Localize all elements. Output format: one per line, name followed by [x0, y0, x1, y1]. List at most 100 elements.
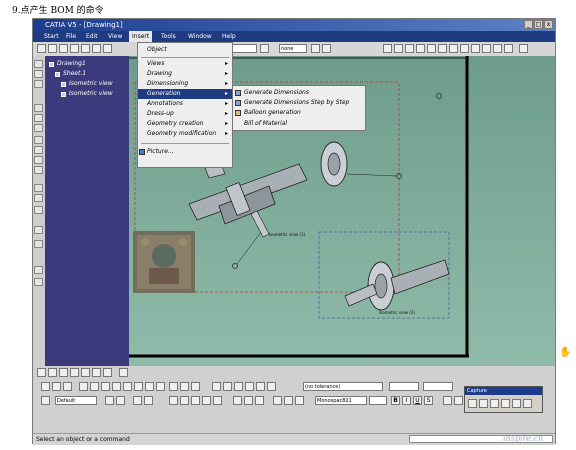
toolbar-icon-r1f[interactable] — [92, 368, 101, 377]
toolbar-icon-r1c[interactable] — [59, 368, 68, 377]
menu-item-bill-of-material[interactable]: Bill of Material — [233, 119, 365, 129]
fit-all-icon[interactable] — [394, 44, 403, 53]
dim-break-icon[interactable] — [245, 382, 254, 391]
menu-item-dress-up[interactable]: Dress-up ▸ — [138, 109, 232, 119]
balloon-4[interactable] — [436, 93, 442, 99]
break-icon[interactable] — [244, 396, 253, 405]
zoom-icon[interactable] — [34, 146, 43, 154]
geometry-icon[interactable] — [34, 240, 43, 248]
swap-icon[interactable] — [504, 44, 513, 53]
capture-album-icon[interactable] — [501, 399, 510, 408]
paste-icon[interactable] — [103, 44, 112, 53]
tree-node-view-2[interactable]: Isometric view — [69, 90, 113, 97]
menu-item-drawing[interactable]: Drawing ▸ — [138, 69, 232, 79]
text-icon[interactable] — [34, 114, 43, 122]
frame-title-icon[interactable] — [79, 382, 88, 391]
shaft-part-2[interactable] — [344, 259, 450, 311]
pan-left-icon[interactable] — [34, 156, 43, 164]
print-icon[interactable] — [70, 44, 79, 53]
tree-node-sheet[interactable]: Sheet.1 — [63, 70, 86, 77]
toolbar-icon-r1a[interactable] — [37, 368, 46, 377]
fly-icon[interactable] — [383, 44, 392, 53]
pan-icon[interactable] — [405, 44, 414, 53]
text-tool-icon[interactable] — [273, 396, 282, 405]
angle-icon[interactable] — [191, 382, 200, 391]
zoom-out-icon[interactable] — [438, 44, 447, 53]
text-leader-icon[interactable] — [284, 396, 293, 405]
arrow-icon[interactable] — [34, 136, 43, 144]
tree-node-drawing[interactable]: Drawing1 — [57, 60, 86, 67]
symmetry-icon[interactable] — [255, 396, 264, 405]
analysis-icon[interactable] — [133, 396, 142, 405]
normal-view-icon[interactable] — [449, 44, 458, 53]
menu-file[interactable]: File — [63, 31, 79, 42]
style-select[interactable]: Default — [55, 396, 97, 405]
toolbar-icon-r1d[interactable] — [70, 368, 79, 377]
menu-item-generate-dimensions-step[interactable]: Generate Dimensions Step by Step — [233, 98, 365, 108]
tolerance-select[interactable]: (no tolerance) — [303, 382, 383, 391]
picture-image[interactable] — [133, 231, 195, 293]
line-icon[interactable] — [169, 396, 178, 405]
capture-window-icon[interactable] — [490, 399, 499, 408]
table-icon[interactable] — [34, 206, 43, 214]
new-icon[interactable] — [37, 44, 46, 53]
balloon-2[interactable] — [232, 263, 238, 269]
datum-icon[interactable] — [112, 382, 121, 391]
section-icon[interactable] — [34, 184, 43, 192]
detail-icon[interactable] — [34, 194, 43, 202]
hatch-icon[interactable] — [41, 382, 50, 391]
tree-node-view-1[interactable]: Isometric view — [69, 80, 113, 87]
maximize-button[interactable]: □ — [534, 20, 543, 29]
dimension-tool-icon[interactable] — [169, 382, 178, 391]
menu-item-balloon-generation[interactable]: Balloon generation — [233, 108, 365, 118]
dim-offset-icon[interactable] — [234, 382, 243, 391]
balloon-icon[interactable] — [34, 124, 43, 132]
capture-save-icon[interactable] — [523, 399, 532, 408]
sheet-icon[interactable] — [34, 70, 43, 78]
strike-button[interactable]: S — [424, 396, 433, 405]
capture-select-icon[interactable] — [479, 399, 488, 408]
menu-item-annotations[interactable]: Annotations ▸ — [138, 99, 232, 109]
menu-start[interactable]: Start — [41, 31, 62, 42]
menu-window[interactable]: Window — [185, 31, 215, 42]
dim-line-icon[interactable] — [267, 382, 276, 391]
italic-button[interactable]: I — [402, 396, 411, 405]
menu-item-generate-dimensions[interactable]: Generate Dimensions — [233, 88, 365, 98]
underline-button[interactable]: U — [413, 396, 422, 405]
frame-icon[interactable] — [34, 226, 43, 234]
toolbar-combo-2[interactable]: none — [279, 44, 307, 53]
menu-item-picture[interactable]: Picture... — [138, 147, 232, 157]
properties-icon[interactable] — [41, 396, 50, 405]
menu-item-views[interactable]: Views ▸ — [138, 59, 232, 69]
multi-view-icon[interactable] — [460, 44, 469, 53]
select-icon[interactable] — [34, 60, 43, 68]
menu-item-generation[interactable]: Generation ▸ — [138, 89, 232, 99]
menu-view[interactable]: View — [105, 31, 125, 42]
dim-property-icon[interactable] — [212, 382, 221, 391]
toolbar-icon-r1e[interactable] — [81, 368, 90, 377]
spec-icon[interactable] — [34, 278, 43, 286]
trim-icon[interactable] — [233, 396, 242, 405]
gdt-icon[interactable] — [123, 382, 132, 391]
roughness-icon[interactable] — [134, 382, 143, 391]
point-icon[interactable] — [144, 396, 153, 405]
capture-record-icon[interactable] — [468, 399, 477, 408]
table-insert-icon[interactable] — [90, 382, 99, 391]
weld-icon[interactable] — [145, 382, 154, 391]
dress-up-icon[interactable] — [52, 382, 61, 391]
circle-icon[interactable] — [180, 396, 189, 405]
bold-button[interactable]: B — [391, 396, 400, 405]
thread-icon[interactable] — [63, 382, 72, 391]
dimension-icon[interactable] — [34, 104, 43, 112]
minimize-button[interactable]: _ — [524, 20, 533, 29]
align-left-icon[interactable] — [443, 396, 452, 405]
toolbar-icon-r1h[interactable] — [119, 368, 128, 377]
close-button[interactable]: x — [544, 20, 553, 29]
font-size-select[interactable] — [369, 396, 387, 405]
corner-icon[interactable] — [213, 396, 222, 405]
clip-icon[interactable] — [34, 266, 43, 274]
menu-insert[interactable]: Insert — [129, 31, 153, 42]
align-center-icon[interactable] — [454, 396, 463, 405]
menu-help[interactable]: Help — [219, 31, 239, 42]
dim-align-icon[interactable] — [223, 382, 232, 391]
